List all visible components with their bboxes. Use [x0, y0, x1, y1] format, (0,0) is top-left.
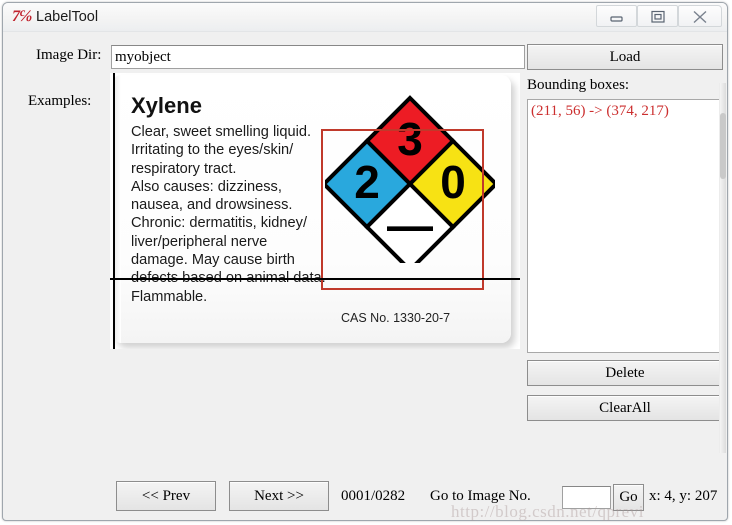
restore-icon — [650, 10, 665, 23]
bounding-boxes-listbox[interactable]: (211, 56) -> (374, 217) — [527, 99, 723, 353]
nfpa-special-value: — — [387, 199, 433, 251]
close-icon — [693, 10, 707, 24]
image-canvas[interactable]: Xylene Clear, sweet smelling liquid. Irr… — [110, 73, 520, 349]
nfpa-health-value: 2 — [354, 156, 380, 208]
examples-label: Examples: — [28, 93, 92, 109]
image-dir-label: Image Dir: — [36, 47, 102, 63]
cas-number: CAS No. 1330-20-7 — [341, 311, 451, 325]
watermark: http://blog.csdn.net/qprevi — [451, 502, 644, 521]
chemical-label-image: Xylene Clear, sweet smelling liquid. Irr… — [113, 75, 511, 343]
window-title: LabelTool — [36, 9, 99, 25]
nfpa-instability-value: 0 — [440, 156, 466, 208]
crosshair-horizontal — [110, 278, 520, 280]
chemical-name: Xylene — [131, 93, 202, 118]
restore-button[interactable] — [637, 5, 678, 27]
scrollbar-thumb[interactable] — [720, 113, 726, 179]
close-button[interactable] — [678, 5, 722, 27]
nfpa-flammability-value: 3 — [397, 113, 423, 165]
clearall-button[interactable]: ClearAll — [527, 395, 723, 421]
crosshair-vertical — [113, 73, 115, 349]
delete-button[interactable]: Delete — [527, 360, 723, 386]
progress-label: 0001/0282 — [341, 488, 406, 504]
tk-logo-icon: 7℅ — [12, 8, 32, 25]
prev-button[interactable]: << Prev — [116, 481, 216, 511]
app-window: 7℅ LabelTool Image Dir: myobject Load Ex… — [2, 2, 728, 521]
next-button[interactable]: Next >> — [229, 481, 329, 511]
cursor-coords-label: x: 4, y: 207 — [649, 488, 718, 504]
title-bar: 7℅ LabelTool — [3, 3, 727, 32]
nfpa-diamond-icon: 3 2 0 — — [325, 95, 495, 263]
load-button[interactable]: Load — [527, 44, 723, 70]
bounding-boxes-label: Bounding boxes: — [527, 77, 630, 93]
window-scrollbar[interactable] — [719, 83, 726, 453]
minimize-icon — [609, 16, 623, 22]
image-dir-input[interactable]: myobject — [111, 45, 525, 69]
minimize-button[interactable] — [596, 5, 637, 27]
list-item[interactable]: (211, 56) -> (374, 217) — [528, 100, 722, 121]
